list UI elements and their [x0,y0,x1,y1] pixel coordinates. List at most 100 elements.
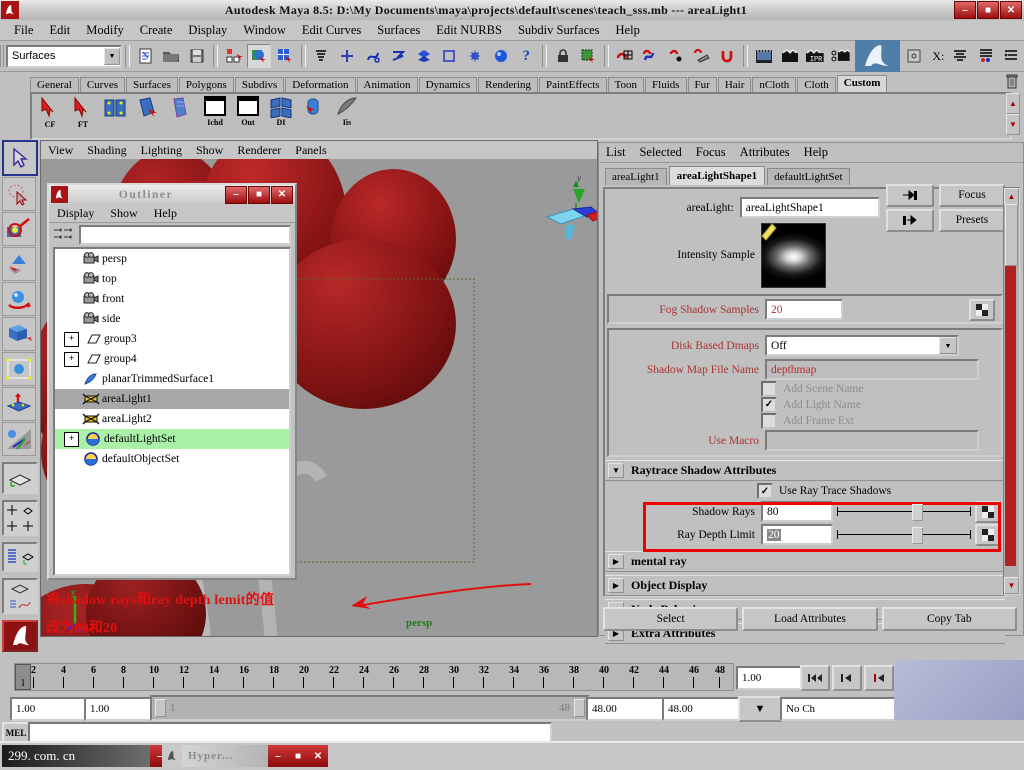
attribute-editor-scrollbar[interactable]: ▲ ▼ [1003,187,1020,595]
viewport-menu-renderer[interactable]: Renderer [230,143,288,158]
shelf-tab-painteffects[interactable]: PaintEffects [539,77,607,92]
render-current-frame-icon[interactable] [752,44,776,68]
magnet-curve-icon[interactable] [639,44,663,68]
expand-toggle[interactable]: + [64,431,79,447]
shelf-button[interactable]: Out [233,96,263,136]
presets-button[interactable]: Presets [939,208,1005,232]
viewport-menu-panels[interactable]: Panels [288,143,333,158]
navigate-output-icon[interactable] [886,208,934,232]
menu-window[interactable]: Window [235,22,294,39]
list-item[interactable]: side [55,309,289,329]
list-item[interactable]: areaLight2 [55,409,289,429]
scroll-down-button[interactable]: ▼ [1004,577,1019,594]
light-sphere-icon[interactable] [489,44,513,68]
layout-cell[interactable] [20,518,36,534]
taskbar-maximize-button[interactable]: ■ [288,745,308,767]
outliner-close-button[interactable]: ✕ [271,185,293,204]
step-back-frame-icon[interactable] [864,665,894,691]
shelf-scroll-down-button[interactable]: ▼ [1006,114,1020,135]
add-frame-ext-checkbox[interactable] [761,412,777,429]
tab-arealight1[interactable]: areaLight1 [605,168,667,185]
chevron-down-icon[interactable]: ▼ [608,463,624,478]
trash-icon[interactable] [1005,74,1021,91]
shelf-tab-toon[interactable]: Toon [607,77,645,92]
object-display-section-header[interactable]: ▶ Object Display [605,575,1005,596]
ae-menu-selected[interactable]: Selected [632,145,688,160]
layout-cell[interactable] [4,544,20,570]
chevron-right-icon[interactable]: ▶ [608,578,624,593]
shelf-tab-polygons[interactable]: Polygons [178,77,234,92]
shelf-tab-cloth[interactable]: Cloth [797,77,836,92]
viewport-menu-view[interactable]: View [41,143,80,158]
chevron-down-icon[interactable]: ▼ [939,337,957,354]
render-sequence-icon[interactable] [778,44,802,68]
expand-toggle[interactable]: + [64,351,79,367]
layout-cell[interactable] [4,596,36,612]
add-scene-name-checkbox[interactable] [761,380,777,397]
viewport-menu-shading[interactable]: Shading [80,143,133,158]
select-by-object-icon[interactable] [247,44,271,68]
list-item[interactable]: front [55,289,289,309]
shadow-map-file-name-input[interactable]: depthmap [765,359,979,380]
shelf-tab-hair[interactable]: Hair [717,77,752,92]
ipr-render-icon[interactable]: IPR [803,44,827,68]
shelf-button[interactable] [299,96,329,136]
navigate-input-icon[interactable] [886,183,934,207]
intensity-sample-swatch[interactable] [761,222,826,288]
layout-cell[interactable] [20,544,36,570]
viewport-menu-lighting[interactable]: Lighting [134,143,189,158]
shelf-tab-general[interactable]: General [30,77,79,92]
construction-history-icon[interactable] [438,44,462,68]
select-by-hierarchy-icon[interactable] [222,44,246,68]
shelf-tab-animation[interactable]: Animation [356,77,418,92]
move-tool-icon[interactable] [2,247,36,281]
menu-file[interactable]: File [6,22,41,39]
layout-list-icon[interactable] [1000,44,1024,68]
select-by-component-icon[interactable] [273,44,297,68]
maya-brand-icon[interactable] [854,40,900,72]
highlight-selection-icon[interactable] [577,44,601,68]
outliner-menu-help[interactable]: Help [146,206,185,221]
menu-surfaces[interactable]: Surfaces [369,22,428,39]
viewport-menu-show[interactable]: Show [189,143,230,158]
menu-subdiv-surfaces[interactable]: Subdiv Surfaces [510,22,608,39]
list-item[interactable]: planarTrimmedSurface1 [55,369,289,389]
show-manipulator-icon[interactable] [2,422,36,456]
close-button[interactable]: ✕ [1000,1,1022,19]
shelf-button[interactable]: Ichd [200,96,230,136]
range-start-handle[interactable] [155,699,166,717]
layout-preset-single[interactable] [2,462,38,494]
shelf-button[interactable] [167,96,197,136]
tab-arealightshape1[interactable]: areaLightShape1 [668,166,766,185]
shelf-tab-fur[interactable]: Fur [687,77,717,92]
shelf-tab-ncloth[interactable]: nCloth [752,77,797,92]
new-scene-icon[interactable] [134,44,158,68]
taskbar-minimize-button[interactable]: – [268,745,288,767]
lasso-select-tool-icon[interactable] [2,177,36,211]
shelf-tab-deformation[interactable]: Deformation [285,77,356,92]
ae-menu-list[interactable]: List [599,145,632,160]
shelf-tab-fluids[interactable]: Fluids [645,77,687,92]
shelf-tab-surfaces[interactable]: Surfaces [125,77,178,92]
chevron-right-icon[interactable]: ▶ [608,554,624,569]
load-attributes-button[interactable]: Load Attributes [742,607,878,631]
snap-to-curve-icon[interactable] [361,44,385,68]
shelf-button[interactable] [134,96,164,136]
shadow-rays-slider[interactable] [837,503,971,521]
render-sphere-icon[interactable] [463,44,487,68]
menu-create[interactable]: Create [132,22,181,39]
layout-cell[interactable] [20,502,36,518]
shelf-tab-subdivs[interactable]: Subdivs [234,77,285,92]
scale-tool-icon[interactable] [2,317,36,351]
save-scene-icon[interactable] [185,44,209,68]
raytrace-shadow-attributes-header[interactable]: ▼ Raytrace Shadow Attributes [605,460,1005,481]
character-set-field[interactable]: No Ch [780,697,896,721]
snap-to-plane-icon[interactable] [386,44,410,68]
menu-edit[interactable]: Edit [41,22,78,39]
expand-toggle[interactable]: + [64,331,79,347]
ae-menu-help[interactable]: Help [797,145,835,160]
focus-button[interactable]: Focus [939,183,1005,207]
ae-menu-focus[interactable]: Focus [689,145,733,160]
taskbar-close-button[interactable]: ✕ [308,745,328,767]
current-frame-indicator[interactable]: 1 [15,664,31,690]
